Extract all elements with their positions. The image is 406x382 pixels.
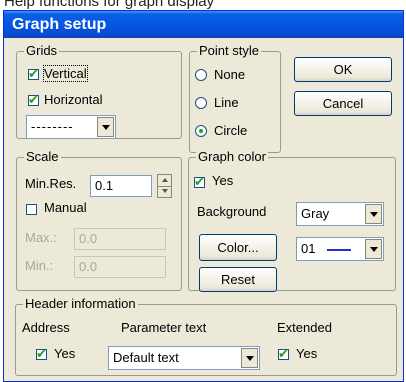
min-label: Min.: <box>25 258 54 273</box>
extended-yes-checkbox[interactable]: ✔ <box>278 346 289 361</box>
min-res-input[interactable]: 0.1 <box>90 175 152 197</box>
grid-line-style-value: -------- <box>31 119 74 134</box>
spin-down-icon[interactable] <box>158 186 171 197</box>
background-label: Background <box>197 204 267 219</box>
check-mark-icon: ✔ <box>194 174 205 189</box>
max-input[interactable]: 0.0 <box>74 228 166 250</box>
min-input[interactable]: 0.0 <box>74 256 166 278</box>
extended-label: Extended <box>277 320 332 335</box>
page-heading-partial: Help functions for graph display <box>4 0 215 10</box>
point-style-none-label[interactable]: None <box>214 67 245 82</box>
min-res-label: Min.Res. <box>25 176 77 191</box>
check-mark-icon: ✔ <box>28 66 39 81</box>
background-value: Gray <box>301 206 330 221</box>
min-res-spinner[interactable] <box>157 174 172 198</box>
manual-label[interactable]: Manual <box>44 200 87 215</box>
point-style-circle-radio[interactable] <box>195 125 207 137</box>
point-style-circle-label[interactable]: Circle <box>214 123 247 138</box>
point-style-line-label[interactable]: Line <box>214 95 239 110</box>
dialog-title: Graph setup <box>4 11 403 38</box>
address-label: Address <box>22 320 70 335</box>
graph-color-yes-checkbox[interactable]: ✔ <box>194 174 205 189</box>
graph-setup-dialog: Graph setup Grids ✔ Vertical ✔ Horizonta… <box>3 10 404 382</box>
graph-color-yes-label[interactable]: Yes <box>212 173 233 188</box>
address-yes-checkbox[interactable]: ✔ <box>36 346 47 361</box>
vertical-checkbox[interactable]: ✔ <box>28 66 39 81</box>
point-style-legend: Point style <box>197 43 261 59</box>
check-mark-icon: ✔ <box>36 346 47 361</box>
chevron-down-icon[interactable] <box>241 348 258 368</box>
chevron-down-icon[interactable] <box>365 204 382 224</box>
color-button[interactable]: Color... <box>199 234 277 261</box>
point-style-line-radio[interactable] <box>195 97 207 109</box>
line-color-value: 01 <box>301 241 316 256</box>
vertical-label[interactable]: Vertical <box>43 65 88 82</box>
parameter-text-select[interactable]: Default text <box>108 346 260 370</box>
reset-button[interactable]: Reset <box>199 267 277 292</box>
background-select[interactable]: Gray <box>296 202 384 226</box>
grids-legend: Grids <box>24 43 60 59</box>
line-color-select[interactable]: 01 <box>296 237 384 261</box>
point-style-none-radio[interactable] <box>195 69 207 81</box>
grid-line-style-select[interactable]: -------- <box>26 115 116 139</box>
graph-color-legend: Graph color <box>196 149 268 165</box>
address-yes-label[interactable]: Yes <box>54 346 75 361</box>
scale-legend: Scale <box>24 149 61 165</box>
horizontal-checkbox[interactable]: ✔ <box>28 92 39 107</box>
header-info-legend: Header information <box>23 296 138 312</box>
parameter-text-value: Default text <box>113 350 179 365</box>
line-color-swatch <box>327 249 351 251</box>
manual-checkbox[interactable] <box>26 204 37 215</box>
check-mark-icon: ✔ <box>28 92 39 107</box>
cancel-button[interactable]: Cancel <box>294 91 392 116</box>
ok-button[interactable]: OK <box>294 57 392 82</box>
max-label: Max.: <box>25 230 57 245</box>
horizontal-label[interactable]: Horizontal <box>44 92 103 107</box>
chevron-down-icon[interactable] <box>97 117 114 137</box>
extended-yes-label[interactable]: Yes <box>296 346 317 361</box>
parameter-text-label: Parameter text <box>121 320 207 335</box>
check-mark-icon: ✔ <box>278 346 289 361</box>
radio-selected-dot <box>199 129 203 133</box>
chevron-down-icon[interactable] <box>365 239 382 259</box>
